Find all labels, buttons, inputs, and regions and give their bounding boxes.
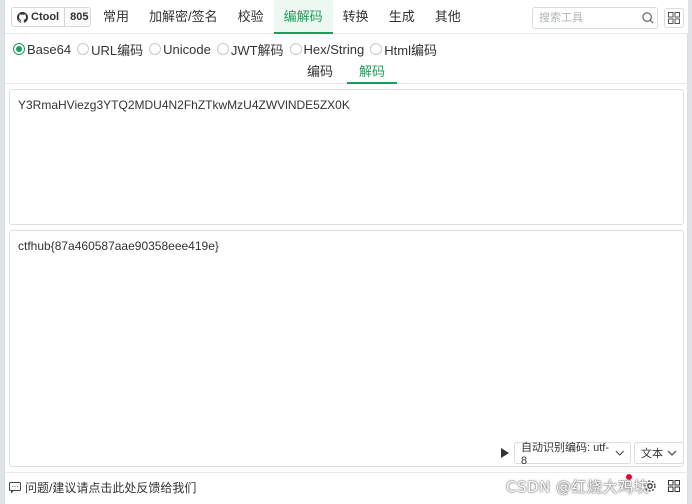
output-textarea[interactable]: ctfhub{87a460587aae90358eee419e} [9,230,684,467]
watermark-text: CSDN @红烧大鸡块 [506,478,650,496]
tab-other[interactable]: 其他 [425,0,471,34]
tab-decode[interactable]: 解码 [347,60,397,84]
chevron-down-icon [667,450,677,456]
encoding-select[interactable]: 自动识别编码: utf-8 [514,442,631,467]
top-navigation: Ctool 805 常用 加解密/签名 校验 编解码 转换 生成 其他 [5,0,689,34]
encoding-select-value: 自动识别编码: utf-8 [521,442,610,467]
search-icon[interactable] [641,11,655,25]
grid-icon [668,480,680,492]
tab-checksum[interactable]: 校验 [228,0,274,34]
chevron-down-icon [615,450,624,456]
brand-name: Ctool [31,11,60,23]
tab-encrypt-sign[interactable]: 加解密/签名 [139,0,228,34]
output-type-select[interactable]: 文本 [634,442,684,464]
radio-dot[interactable] [13,43,25,55]
category-tabs: 常用 加解密/签名 校验 编解码 转换 生成 其他 [93,0,471,34]
input-textarea[interactable]: Y3RmaHViezg3YTQ2MDU4N2FhZTkwMzU4ZWVlNDE5… [9,89,684,225]
radio-label: URL编码 [91,42,144,58]
github-link[interactable]: Ctool [12,8,65,26]
radio-hex-string[interactable]: Hex/String [289,41,365,57]
grid-icon [668,12,680,24]
radio-dot[interactable] [216,43,229,55]
radio-base64[interactable]: Base64 [13,42,71,57]
radio-unicode[interactable]: Unicode [149,42,211,57]
radio-label: JWT解码 [230,42,284,58]
tab-common[interactable]: 常用 [93,0,139,34]
radio-url-encode[interactable]: URL编码 [77,40,143,59]
star-count: 805 [64,8,90,26]
radio-label: Base64 [27,41,72,57]
tab-encode-decode[interactable]: 编解码 [273,0,333,34]
radio-label: Unicode [163,41,211,57]
grid-menu-button[interactable] [665,477,683,495]
feedback-link[interactable]: 问题/建议请点击此处反馈给我们 [9,479,196,496]
ctool-window: Ctool 805 常用 加解密/签名 校验 编解码 转换 生成 其他 Base… [4,0,689,504]
github-badge[interactable]: Ctool 805 [11,7,91,27]
tab-encode[interactable]: 编码 [295,60,345,84]
app-grid-button[interactable] [664,8,684,28]
output-type-value: 文本 [641,448,663,460]
radio-jwt-decode[interactable]: JWT解码 [216,40,284,59]
tab-generate[interactable]: 生成 [379,0,425,34]
radio-html-encode[interactable]: Html编码 [370,40,437,59]
search-input[interactable] [532,7,658,29]
github-icon [17,11,28,23]
radio-label: Hex/String [303,41,365,57]
radio-dot[interactable] [370,43,383,55]
radio-dot[interactable] [149,43,162,55]
background-window-edge-right [688,0,692,504]
play-icon[interactable] [501,448,509,458]
radio-dot[interactable] [77,43,90,55]
mode-tabs: 编码 解码 [5,60,689,84]
tab-convert[interactable]: 转换 [333,0,379,34]
radio-label: Html编码 [384,42,437,58]
feedback-text: 问题/建议请点击此处反馈给我们 [25,481,197,495]
chat-icon [9,481,21,493]
radio-dot[interactable] [289,43,302,55]
tool-radio-group: Base64 URL编码 Unicode JWT解码 Hex/String Ht… [13,40,437,58]
